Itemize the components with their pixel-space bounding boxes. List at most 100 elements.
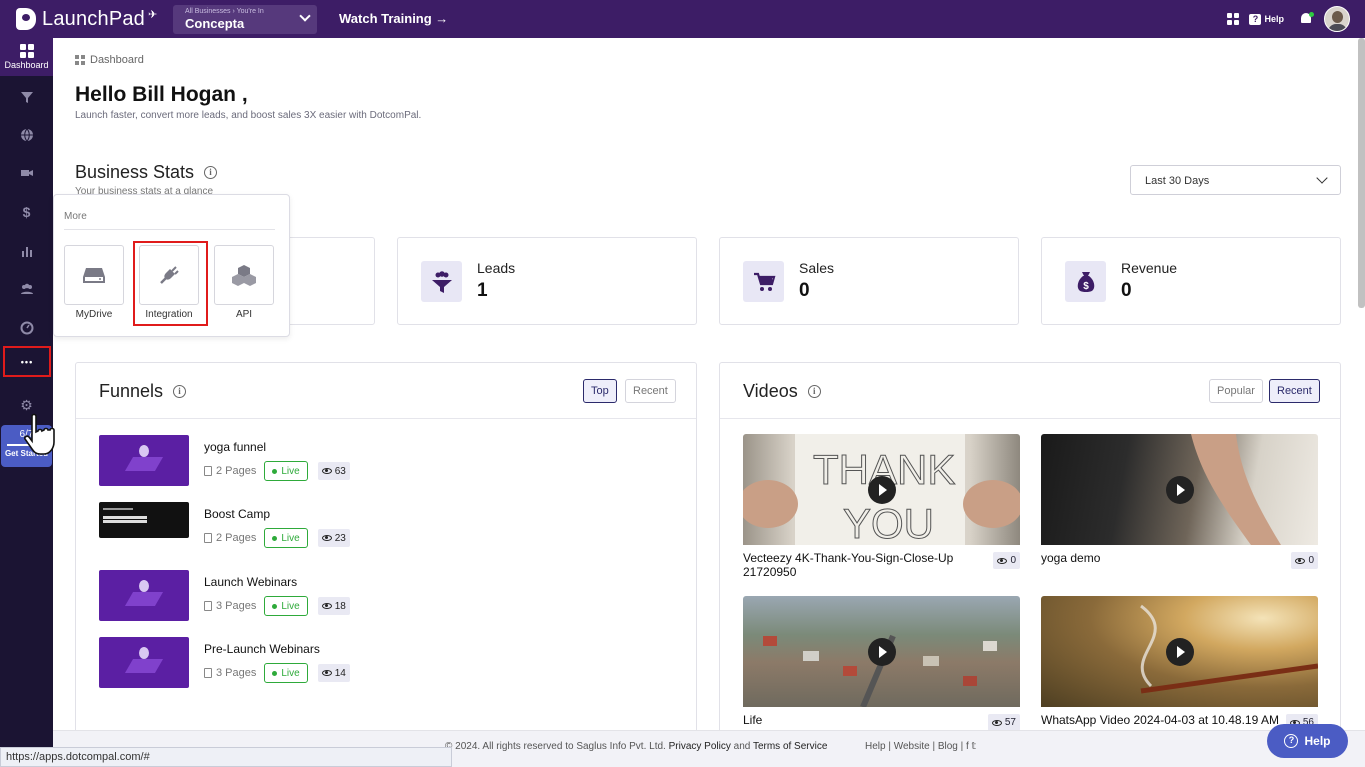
date-range-value: Last 30 Days — [1145, 175, 1210, 187]
videos-panel: Videos i Popular Recent THANK YOU Vectee… — [719, 362, 1341, 742]
videos-heading: Videos i — [743, 381, 821, 402]
video-title[interactable]: yoga demo — [1041, 551, 1261, 565]
sidebar-more-button[interactable]: ••• — [3, 346, 51, 377]
funnels-panel: Funnels i Top Recent yoga funnel 2 Pages… — [75, 362, 697, 742]
video-card[interactable]: Life 57 — [743, 596, 1020, 731]
eye-icon — [321, 468, 332, 474]
funnel-views: 63 — [334, 465, 346, 477]
video-card[interactable]: yoga demo 0 — [1041, 434, 1318, 569]
help-button[interactable]: ? Help — [1267, 724, 1348, 758]
funnels-header: Funnels i Top Recent — [76, 363, 696, 419]
video-thumbnail[interactable]: THANK YOU — [743, 434, 1020, 545]
sidebar-dashboard-label: Dashboard — [4, 60, 49, 70]
play-icon[interactable] — [1165, 475, 1194, 504]
play-icon[interactable] — [867, 637, 896, 666]
sidebar-item-videos[interactable] — [0, 155, 53, 191]
sidebar-item-websites[interactable] — [0, 117, 53, 153]
terms-of-service-link[interactable]: Terms of Service — [753, 741, 827, 752]
funnel-row[interactable]: Pre-Launch Webinars 3 Pages Live 14 — [99, 637, 659, 689]
dashboard-icon — [75, 55, 85, 65]
apps-grid-icon[interactable] — [1227, 13, 1240, 25]
sidebar-item-funnels[interactable] — [0, 79, 53, 115]
funnel-icon — [20, 92, 33, 103]
launchpad-logo-icon — [16, 8, 36, 30]
tab-recent[interactable]: Recent — [625, 379, 676, 403]
funnel-row[interactable]: Boost Camp 2 Pages Live 23 — [99, 502, 659, 554]
play-icon[interactable] — [1165, 637, 1194, 666]
video-thumbnail[interactable] — [1041, 596, 1318, 707]
more-popup: More MyDrive Integration API — [53, 194, 290, 337]
footer-and: and — [733, 741, 751, 752]
video-title[interactable]: WhatsApp Video 2024-04-03 at 10.48.19 AM — [1041, 713, 1291, 727]
stat-value: 1 — [477, 280, 488, 301]
video-title[interactable]: Life — [743, 713, 963, 727]
api-tile[interactable] — [214, 245, 274, 305]
stat-label: Sales — [799, 260, 835, 276]
funnel-name[interactable]: yoga funnel — [204, 440, 266, 454]
tab-top[interactable]: Top — [583, 379, 617, 403]
video-thumbnail[interactable] — [1041, 434, 1318, 545]
views-badge: 14 — [317, 664, 350, 682]
sidebar-item-sales[interactable]: $ — [0, 194, 53, 230]
live-badge: Live — [264, 663, 308, 683]
date-range-select[interactable]: Last 30 Days — [1130, 165, 1341, 195]
api-label: API — [235, 309, 253, 320]
stat-card-revenue: $ Revenue 0 — [1041, 237, 1341, 325]
funnel-thumbnail[interactable] — [99, 502, 189, 538]
status-bar-url: https://apps.dotcompal.com/# — [0, 747, 452, 767]
funnel-views: 23 — [334, 532, 346, 544]
notification-bell-icon[interactable] — [1300, 12, 1314, 26]
stat-label: Revenue — [1121, 260, 1178, 276]
app-logo[interactable]: LaunchPad ✈ — [16, 8, 157, 31]
play-icon[interactable] — [867, 475, 896, 504]
user-avatar[interactable] — [1324, 6, 1350, 32]
mydrive-tile[interactable] — [64, 245, 124, 305]
funnel-pages: 2 Pages — [216, 532, 257, 544]
sidebar: Dashboard $ ••• ⚙ 6/7 Get Started — [0, 38, 55, 767]
watch-training-link[interactable]: Watch Training → — [339, 11, 448, 26]
info-icon[interactable]: i — [807, 385, 821, 398]
eye-icon — [321, 670, 332, 676]
footer-links[interactable]: Help | Website | Blog | f 𝕥 — [865, 741, 976, 752]
funnel-views: 18 — [334, 600, 346, 612]
funnel-meta: 3 Pages Live 14 — [204, 663, 350, 683]
funnel-thumbnail[interactable] — [99, 435, 189, 486]
footer-copyright-line: © 2024. All rights reserved to Saglus In… — [445, 741, 827, 752]
business-selector[interactable]: All Businesses › You're In Concepta — [173, 5, 317, 34]
eye-icon — [997, 557, 1008, 564]
page-icon — [204, 466, 212, 476]
funnel-thumbnail[interactable] — [99, 570, 189, 621]
video-title[interactable]: Vecteezy 4K-Thank-You-Sign-Close-Up 2172… — [743, 551, 963, 579]
sidebar-item-dashboard[interactable]: Dashboard — [0, 38, 53, 76]
funnel-row[interactable]: yoga funnel 2 Pages Live 63 — [99, 435, 659, 487]
page-icon — [204, 533, 212, 543]
video-card[interactable]: THANK YOU Vecteezy 4K-Thank-You-Sign-Clo… — [743, 434, 1020, 579]
sidebar-item-contacts[interactable] — [0, 271, 53, 307]
tab-popular[interactable]: Popular — [1209, 379, 1263, 403]
sidebar-item-analytics[interactable] — [0, 233, 53, 269]
video-views: 57 — [1004, 717, 1016, 728]
breadcrumb-label[interactable]: Dashboard — [90, 54, 144, 66]
funnel-name[interactable]: Pre-Launch Webinars — [204, 642, 320, 656]
tab-recent[interactable]: Recent — [1269, 379, 1320, 403]
integration-highlight — [133, 241, 208, 326]
info-icon[interactable]: i — [204, 166, 218, 179]
funnel-row[interactable]: Launch Webinars 3 Pages Live 18 — [99, 570, 659, 622]
bar-chart-icon — [21, 247, 32, 257]
funnel-name[interactable]: Boost Camp — [204, 507, 270, 521]
privacy-policy-link[interactable]: Privacy Policy — [669, 741, 731, 752]
globe-icon — [20, 128, 33, 142]
video-thumbnail[interactable] — [743, 596, 1020, 707]
stat-label: Leads — [477, 260, 516, 276]
cubes-icon — [232, 265, 256, 286]
help-link[interactable]: ? Help — [1249, 13, 1284, 25]
info-icon[interactable]: i — [173, 385, 187, 398]
sidebar-item-performance[interactable] — [0, 310, 53, 346]
videos-header: Videos i Popular Recent — [720, 363, 1340, 419]
dashboard-icon — [19, 44, 34, 58]
funnel-name[interactable]: Launch Webinars — [204, 575, 297, 589]
page-scrollbar[interactable] — [1358, 38, 1365, 308]
funnel-thumbnail[interactable] — [99, 637, 189, 688]
users-icon — [20, 283, 33, 294]
video-card[interactable]: WhatsApp Video 2024-04-03 at 10.48.19 AM… — [1041, 596, 1318, 731]
